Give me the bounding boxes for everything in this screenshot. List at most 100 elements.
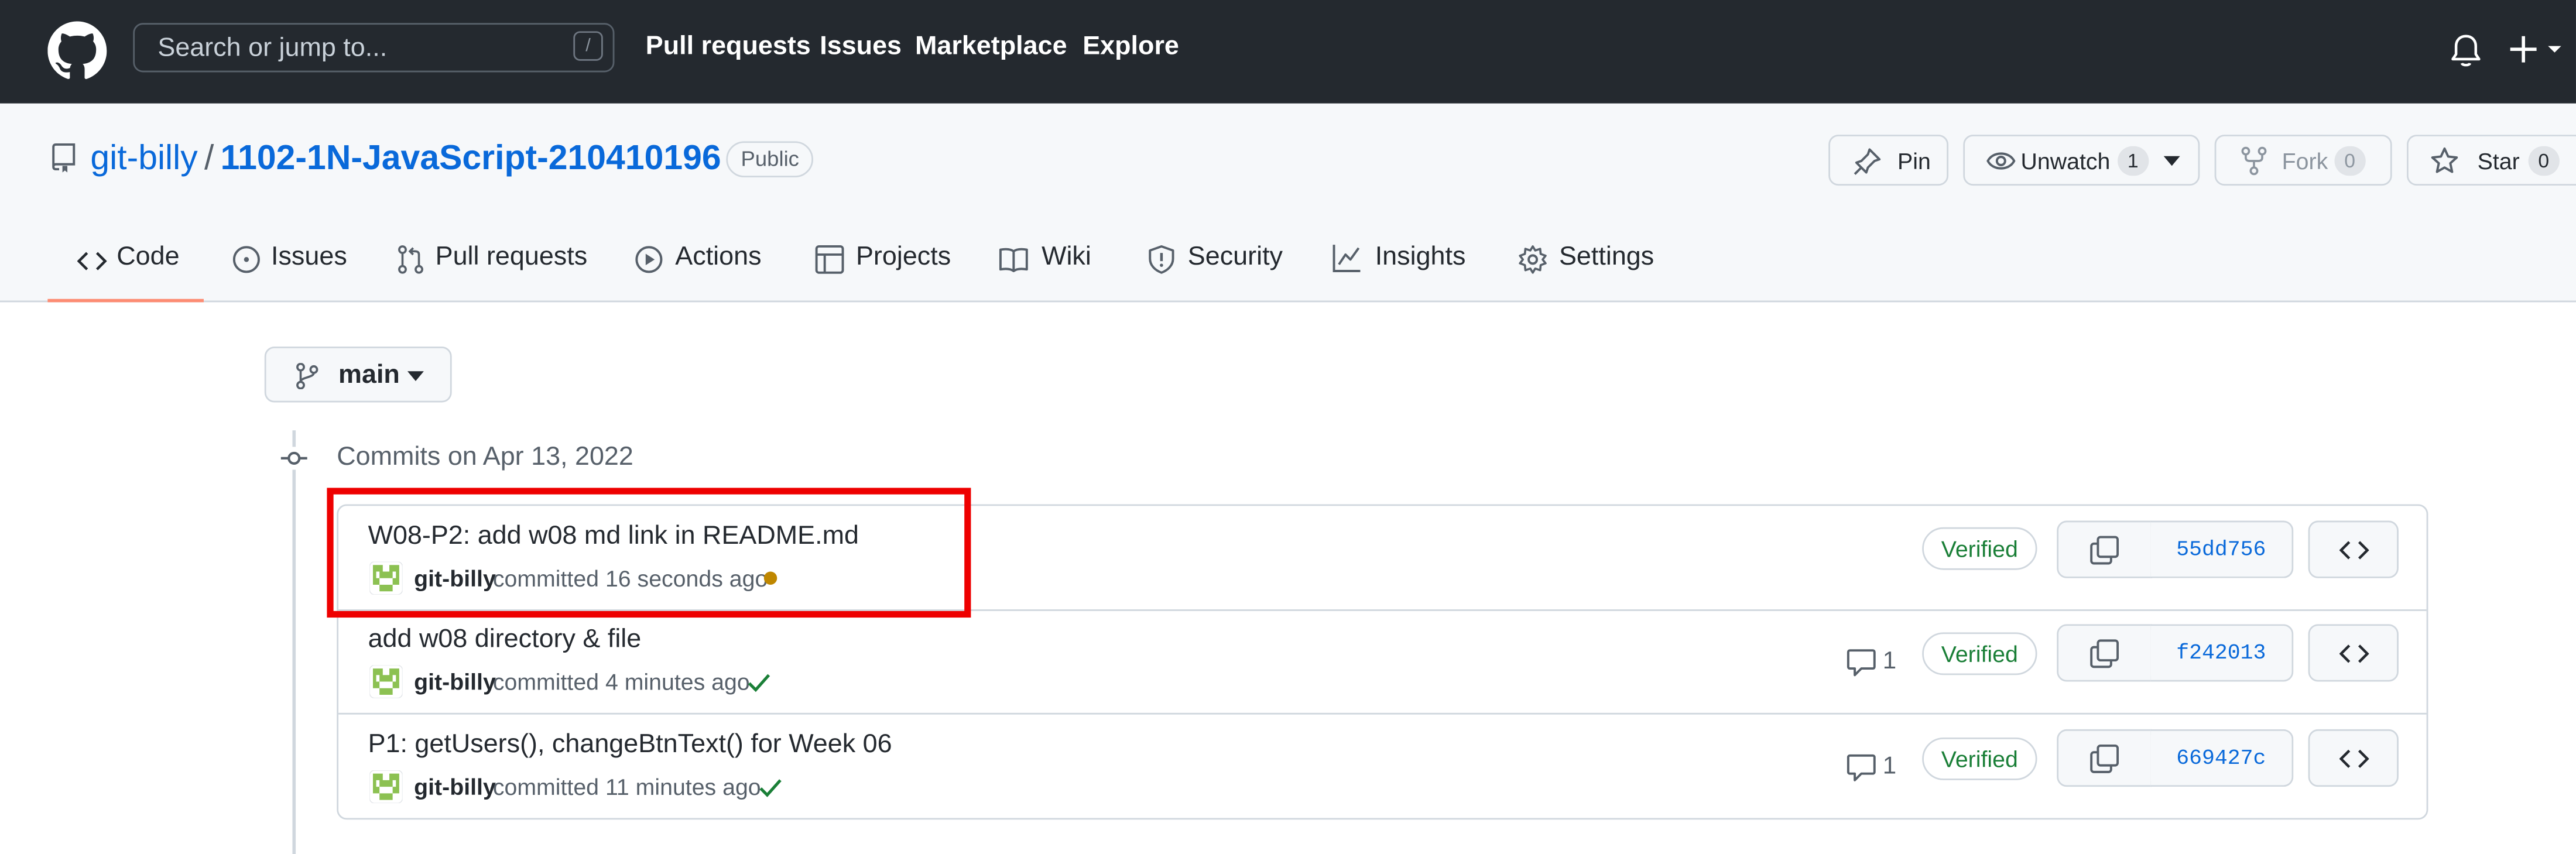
tab-pull-requests-label: Pull requests — [435, 243, 588, 272]
browse-files-button[interactable] — [2308, 729, 2399, 787]
copy-sha-button[interactable] — [2057, 624, 2152, 682]
unwatch-button[interactable]: Unwatch 1 — [1963, 135, 2200, 186]
repo-owner-link[interactable]: git-billy — [90, 140, 197, 178]
timeline-line — [292, 430, 296, 854]
github-logo-icon[interactable] — [47, 21, 107, 80]
tab-projects[interactable]: Projects — [815, 243, 951, 274]
branch-selector-button[interactable]: main — [264, 347, 452, 403]
visibility-badge: Public — [726, 141, 814, 178]
notifications-bell-icon[interactable] — [2450, 33, 2482, 69]
chevron-down-icon — [407, 371, 424, 382]
tab-security-label: Security — [1187, 243, 1283, 272]
tab-settings[interactable]: Settings — [1518, 243, 1654, 274]
star-icon — [2431, 147, 2458, 173]
pull-request-icon — [398, 245, 423, 274]
pin-button[interactable]: Pin — [1828, 135, 1949, 186]
unwatch-label: Unwatch — [2020, 148, 2111, 174]
tab-code[interactable]: Code — [77, 243, 180, 273]
eye-icon — [1986, 152, 2016, 170]
copy-icon — [2090, 639, 2119, 668]
commit-time: committed 11 minutes ago — [492, 773, 761, 800]
check-success-icon[interactable] — [748, 674, 770, 694]
commit-time: committed 4 minutes ago — [492, 668, 750, 695]
tab-pull-requests[interactable]: Pull requests — [396, 243, 588, 274]
tab-code-label: Code — [117, 243, 180, 272]
copy-icon — [2090, 536, 2119, 565]
pin-label: Pin — [1897, 148, 1931, 174]
shield-icon — [1149, 245, 1174, 274]
selected-tab-indicator — [47, 299, 204, 303]
star-label: Star — [2477, 148, 2520, 174]
commit-author-link[interactable]: git-billy — [414, 774, 496, 800]
git-commit-icon — [279, 447, 309, 470]
tab-wiki[interactable]: Wiki — [999, 243, 1091, 273]
author-avatar[interactable] — [369, 770, 403, 804]
search-shortcut-key: / — [573, 31, 603, 61]
star-count: 0 — [2528, 146, 2560, 176]
tab-issues-label: Issues — [271, 243, 347, 272]
repo-title: git-billy/1102-1N-JavaScript-210410196 — [90, 140, 721, 179]
nav-marketplace[interactable]: Marketplace — [915, 33, 1067, 63]
copy-sha-button[interactable] — [2057, 729, 2152, 787]
chevron-down-icon — [2163, 156, 2180, 166]
play-icon — [635, 246, 663, 273]
tab-insights[interactable]: Insights — [1332, 243, 1466, 273]
author-avatar[interactable] — [369, 665, 403, 698]
tab-actions-label: Actions — [675, 243, 762, 272]
nav-explore[interactable]: Explore — [1083, 33, 1179, 63]
repo-name-link[interactable]: 1102-1N-JavaScript-210410196 — [221, 140, 721, 178]
code-icon — [2339, 644, 2369, 663]
browse-files-button[interactable] — [2308, 520, 2399, 578]
comment-icon[interactable] — [1847, 754, 1876, 782]
create-new-plus-icon[interactable] — [2509, 31, 2574, 67]
verified-badge[interactable]: Verified — [1922, 737, 2037, 780]
tab-settings-label: Settings — [1558, 243, 1654, 272]
watchers-count: 1 — [2118, 146, 2149, 176]
repo-path-separator: / — [204, 139, 214, 178]
nav-issues[interactable]: Issues — [820, 33, 902, 63]
copy-icon — [2090, 745, 2119, 773]
fork-button[interactable]: Fork 0 — [2214, 135, 2392, 186]
check-success-icon[interactable] — [759, 778, 782, 798]
search-input[interactable]: Search or jump to... / — [133, 23, 615, 73]
table-icon — [815, 245, 844, 274]
commit-title-link[interactable]: add w08 directory & file — [368, 626, 642, 656]
commit-row-divider — [338, 712, 2427, 715]
book-icon — [999, 248, 1028, 272]
verified-badge[interactable]: Verified — [1922, 632, 2037, 675]
comment-count[interactable]: 1 — [1883, 752, 1896, 780]
commit-title-link[interactable]: P1: getUsers(), changeBtnText() for Week… — [368, 731, 892, 761]
nav-pull-requests[interactable]: Pull requests — [646, 33, 811, 63]
fork-icon — [2241, 146, 2267, 176]
repository-header — [0, 103, 2576, 303]
tab-insights-label: Insights — [1375, 243, 1466, 272]
branch-name: main — [338, 361, 400, 390]
comment-count[interactable]: 1 — [1883, 647, 1896, 675]
commit-author-link[interactable]: git-billy — [414, 668, 496, 695]
comment-icon[interactable] — [1847, 649, 1876, 677]
graph-icon — [1332, 245, 1361, 272]
repo-icon — [52, 143, 76, 173]
code-icon — [2339, 541, 2369, 560]
commit-sha-link[interactable]: f242013 — [2150, 624, 2294, 682]
commit-sha-link[interactable]: 669427c — [2150, 729, 2294, 787]
tab-actions[interactable]: Actions — [634, 243, 762, 273]
gear-icon — [1519, 245, 1547, 274]
annotation-highlight-box — [327, 488, 971, 618]
browse-files-button[interactable] — [2308, 624, 2399, 682]
commit-sha-link[interactable]: 55dd756 — [2150, 520, 2294, 578]
tab-security[interactable]: Security — [1147, 243, 1283, 274]
issue-icon — [232, 246, 260, 273]
pin-icon — [1854, 148, 1881, 175]
git-branch-icon — [296, 363, 318, 390]
star-button[interactable]: Star 0 — [2406, 135, 2576, 186]
search-placeholder: Search or jump to... — [157, 34, 388, 63]
tab-issues[interactable]: Issues — [232, 243, 347, 273]
fork-count: 0 — [2334, 146, 2365, 176]
verified-badge[interactable]: Verified — [1922, 527, 2037, 570]
commits-date-heading: Commits on Apr 13, 2022 — [337, 443, 633, 472]
fork-label: Fork — [2282, 148, 2328, 174]
copy-sha-button[interactable] — [2057, 520, 2152, 578]
code-icon — [2339, 749, 2369, 769]
tab-wiki-label: Wiki — [1042, 243, 1091, 272]
